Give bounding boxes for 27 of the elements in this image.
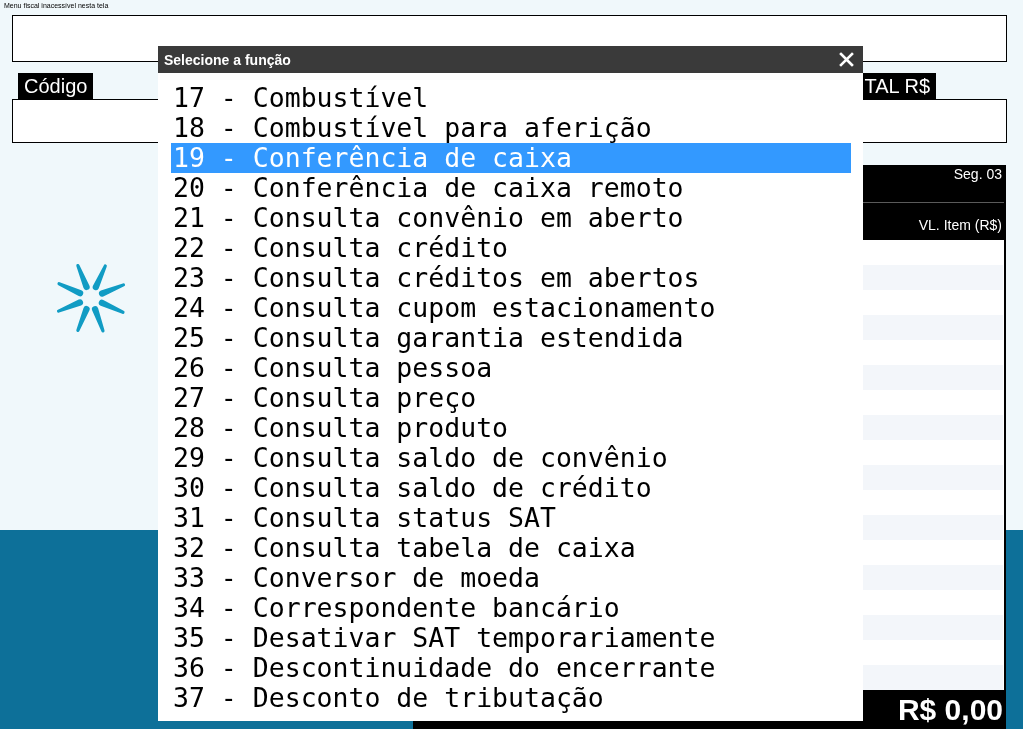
function-option[interactable]: 37 - Desconto de tributação [171, 683, 851, 713]
dialog-title: Selecione a função [164, 51, 291, 68]
total-value: R$ 0,00 [897, 692, 1003, 727]
function-option[interactable]: 29 - Consulta saldo de convênio [171, 443, 851, 473]
function-option[interactable]: 33 - Conversor de moeda [171, 563, 851, 593]
column-header: VL. Item (R$) [918, 216, 1002, 233]
function-option[interactable]: 24 - Consulta cupom estacionamento [171, 293, 851, 323]
segment-text: Seg. 03 [953, 165, 1002, 184]
function-option[interactable]: 23 - Consulta créditos em abertos [171, 263, 851, 293]
function-option[interactable]: 17 - Combustível [171, 83, 851, 113]
function-option[interactable]: 25 - Consulta garantia estendida [171, 323, 851, 353]
function-option[interactable]: 28 - Consulta produto [171, 413, 851, 443]
function-option[interactable]: 22 - Consulta crédito [171, 233, 851, 263]
close-button[interactable] [839, 52, 854, 67]
function-option[interactable]: 35 - Desativar SAT temporariamente [171, 623, 851, 653]
function-option[interactable]: 21 - Consulta convênio em aberto [171, 203, 851, 233]
function-option[interactable]: 18 - Combustível para aferição [171, 113, 851, 143]
function-option[interactable]: 32 - Consulta tabela de caixa [171, 533, 851, 563]
close-icon [839, 52, 854, 67]
function-option[interactable]: 31 - Consulta status SAT [171, 503, 851, 533]
function-option[interactable]: 30 - Consulta saldo de crédito [171, 473, 851, 503]
function-option[interactable]: 20 - Conferência de caixa remoto [171, 173, 851, 203]
function-option[interactable]: 34 - Correspondente bancário [171, 593, 851, 623]
function-option[interactable]: 36 - Descontinuidade do encerrante [171, 653, 851, 683]
field-label: Código [18, 73, 94, 99]
function-option[interactable]: 27 - Consulta preço [171, 383, 851, 413]
function-option[interactable]: 26 - Consulta pessoa [171, 353, 851, 383]
